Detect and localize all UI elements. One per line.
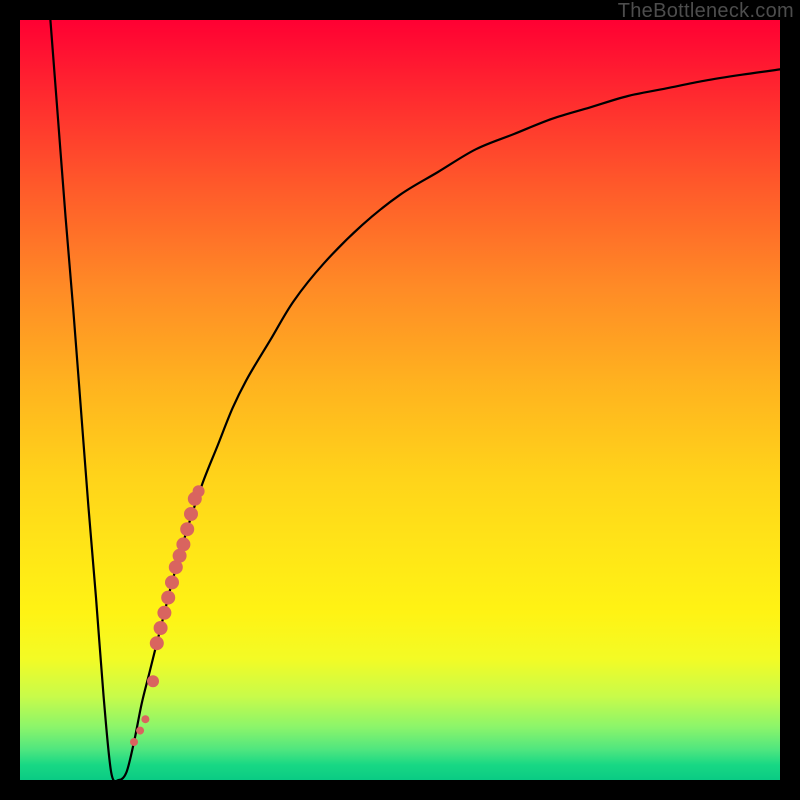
overlay-point [154,621,168,635]
plot-area [20,20,780,780]
overlay-point [150,636,164,650]
overlay-point [193,485,205,497]
overlay-point [180,522,194,536]
watermark-text: TheBottleneck.com [618,0,794,23]
overlay-point [161,591,175,605]
overlay-point [130,738,138,746]
curve-line [50,20,780,780]
overlay-point [157,606,171,620]
overlay-point [176,537,190,551]
overlay-point [165,575,179,589]
bottleneck-curve [20,20,780,780]
chart-frame: TheBottleneck.com [0,0,800,800]
overlay-point [147,675,159,687]
overlay-point [136,727,144,735]
overlay-point [141,715,149,723]
overlay-point [184,507,198,521]
